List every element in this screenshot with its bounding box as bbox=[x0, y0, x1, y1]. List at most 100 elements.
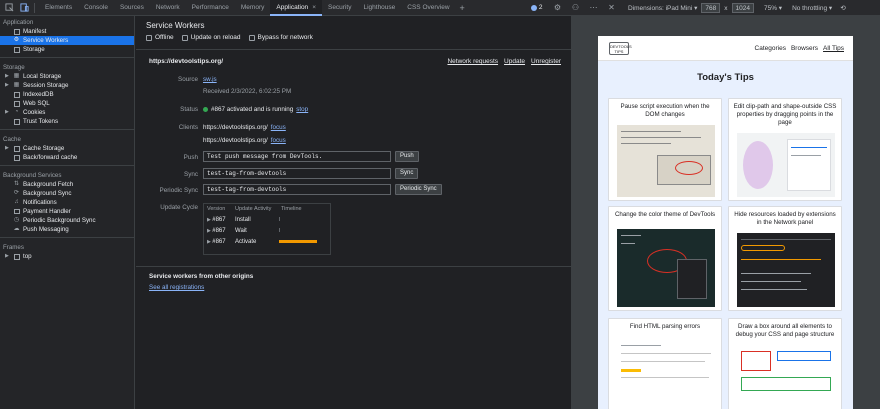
tab-css-overview[interactable]: CSS Overview bbox=[401, 0, 455, 16]
expand-arrow-icon[interactable]: ▶ bbox=[5, 108, 9, 117]
sidebar-divider bbox=[0, 237, 134, 238]
add-tab-icon[interactable]: + bbox=[460, 3, 465, 13]
section-title-storage: Storage bbox=[3, 64, 25, 71]
offline-checkbox[interactable]: Offline bbox=[146, 34, 174, 41]
file-icon bbox=[13, 28, 20, 35]
update-link[interactable]: Update bbox=[504, 58, 525, 65]
table-row[interactable]: ▶ #867 Wait bbox=[204, 225, 330, 236]
throttle-select[interactable]: No throttling ▾ bbox=[792, 4, 832, 12]
sidebar-item-cookies[interactable]: ▶ ◔ Cookies bbox=[0, 108, 134, 117]
settings-gear-icon[interactable]: ⚙ bbox=[551, 2, 563, 14]
sidebar-item-background-fetch[interactable]: ⇅ Background Fetch bbox=[0, 180, 134, 189]
tab-lighthouse[interactable]: Lighthouse bbox=[357, 0, 401, 16]
sidebar-item-push-messaging[interactable]: ☁ Push Messaging bbox=[0, 225, 134, 234]
site-logo[interactable]: DEVTOOLS TIPS bbox=[609, 42, 632, 55]
sidebar-item-periodic-background-sync[interactable]: ◷ Periodic Background Sync bbox=[0, 216, 134, 225]
tip-title: Draw a box around all elements to debug … bbox=[735, 323, 835, 338]
rotate-icon[interactable]: ⟲ bbox=[840, 4, 845, 12]
tip-card[interactable]: Edit clip-path and shape-outside CSS pro… bbox=[728, 98, 842, 201]
sidebar-item-background-sync[interactable]: ⟳ Background Sync bbox=[0, 189, 134, 198]
push-input[interactable]: Test push message from DevTools. bbox=[203, 151, 391, 162]
inspect-element-icon[interactable] bbox=[3, 2, 15, 14]
table-row[interactable]: ▶ #867 Install bbox=[204, 214, 330, 225]
grid-icon: ▦ bbox=[13, 73, 20, 79]
tab-network[interactable]: Network bbox=[150, 0, 186, 16]
zoom-select[interactable]: 75% ▾ bbox=[764, 4, 782, 12]
focus-link[interactable]: focus bbox=[271, 137, 286, 144]
sidebar-item-service-workers[interactable]: ⚙ Service Workers bbox=[0, 36, 134, 45]
expand-arrow-icon[interactable]: ▶ bbox=[5, 81, 9, 90]
source-file-link[interactable]: sw.js bbox=[203, 76, 217, 83]
focus-link[interactable]: focus bbox=[271, 124, 286, 131]
expand-arrow-icon[interactable]: ▶ bbox=[5, 72, 9, 81]
close-tab-icon[interactable]: × bbox=[312, 4, 316, 11]
status-label: Status bbox=[180, 106, 198, 113]
sidebar-item-local-storage[interactable]: ▶ ▦ Local Storage bbox=[0, 72, 134, 81]
sidebar-item-payment-handler[interactable]: Payment Handler bbox=[0, 207, 134, 216]
section-divider bbox=[136, 49, 571, 50]
tip-card[interactable]: Hide resources loaded by extensions in t… bbox=[728, 206, 842, 311]
file-icon bbox=[13, 46, 20, 53]
tab-console[interactable]: Console bbox=[78, 0, 114, 16]
tab-memory[interactable]: Memory bbox=[235, 0, 270, 16]
sidebar-item-back-forward-cache[interactable]: Back/forward cache bbox=[0, 153, 134, 162]
nav-link-browsers[interactable]: Browsers bbox=[791, 45, 818, 52]
cloud-icon: ☁ bbox=[13, 226, 20, 232]
bypass-network-checkbox[interactable]: Bypass for network bbox=[248, 34, 313, 41]
height-input[interactable]: 1024 bbox=[731, 3, 754, 13]
sidebar-item-trust-tokens[interactable]: Trust Tokens bbox=[0, 117, 134, 126]
push-button[interactable]: Push bbox=[395, 151, 419, 162]
tip-card[interactable]: Draw a box around all elements to debug … bbox=[728, 318, 842, 409]
tip-screenshot bbox=[617, 229, 715, 307]
unregister-link[interactable]: Unregister bbox=[531, 58, 561, 65]
nav-link-categories[interactable]: Categories bbox=[755, 45, 786, 52]
tab-performance[interactable]: Performance bbox=[186, 0, 235, 16]
sidebar-item-session-storage[interactable]: ▶ ▦ Session Storage bbox=[0, 81, 134, 90]
table-row[interactable]: ▶ #867 Activate bbox=[204, 236, 330, 247]
client-url: https://devtoolstips.org/ bbox=[203, 124, 268, 131]
stop-link[interactable]: stop bbox=[296, 106, 308, 113]
sidebar-item-web-sql[interactable]: Web SQL bbox=[0, 99, 134, 108]
tip-card[interactable]: Pause script execution when the DOM chan… bbox=[608, 98, 722, 201]
expand-arrow-icon[interactable]: ▶ bbox=[5, 144, 9, 153]
sidebar-item-label: Cookies bbox=[23, 109, 46, 116]
origin-actions: Network requests Update Unregister bbox=[447, 58, 561, 65]
see-all-registrations-link[interactable]: See all registrations bbox=[149, 284, 204, 291]
width-input[interactable]: 768 bbox=[701, 3, 721, 13]
tip-card[interactable]: Find HTML parsing errors bbox=[608, 318, 722, 409]
sync-input[interactable]: test-tag-from-devtools bbox=[203, 168, 391, 179]
sync-button[interactable]: Sync bbox=[395, 168, 419, 179]
nav-link-all-tips[interactable]: All Tips bbox=[823, 45, 844, 52]
sidebar-item-manifest[interactable]: Manifest bbox=[0, 27, 134, 36]
update-on-reload-checkbox[interactable]: Update on reload bbox=[181, 34, 241, 41]
tab-elements[interactable]: Elements bbox=[39, 0, 78, 16]
tab-application[interactable]: Application × bbox=[270, 0, 322, 16]
dropdown-icon: ▾ bbox=[828, 5, 833, 12]
issues-badge[interactable]: 2 bbox=[530, 4, 542, 11]
section-title-application: Application bbox=[3, 19, 34, 26]
dropdown-icon: ▾ bbox=[778, 5, 783, 12]
client-row: https://devtoolstips.org/focus bbox=[203, 137, 286, 144]
tab-sources[interactable]: Sources bbox=[114, 0, 150, 16]
expand-arrow-icon[interactable]: ▶ bbox=[5, 252, 9, 261]
sidebar-item-label: Trust Tokens bbox=[23, 118, 59, 125]
emulated-page[interactable]: DEVTOOLS TIPS Categories Browsers All Ti… bbox=[598, 36, 853, 409]
sidebar-item-notifications[interactable]: ♫ Notifications bbox=[0, 198, 134, 207]
device-viewport: DEVTOOLS TIPS Categories Browsers All Ti… bbox=[571, 16, 880, 409]
periodic-sync-input[interactable]: test-tag-from-devtools bbox=[203, 184, 391, 195]
sidebar-item-label: Push Messaging bbox=[23, 226, 69, 233]
push-label: Push bbox=[183, 154, 198, 161]
status-running-icon bbox=[203, 107, 208, 112]
tip-card[interactable]: Change the color theme of DevTools bbox=[608, 206, 722, 311]
sidebar-item-top-frame[interactable]: ▶ top bbox=[0, 252, 134, 261]
network-requests-link[interactable]: Network requests bbox=[447, 58, 498, 65]
tab-security[interactable]: Security bbox=[322, 0, 357, 16]
device-toolbar-icon[interactable] bbox=[18, 2, 30, 14]
sidebar-item-indexeddb[interactable]: IndexedDB bbox=[0, 90, 134, 99]
dimensions-select[interactable]: Dimensions: iPad Mini ▾ bbox=[628, 4, 697, 12]
sidebar-item-storage[interactable]: Storage bbox=[0, 45, 134, 54]
periodic-sync-button[interactable]: Periodic Sync bbox=[395, 184, 442, 195]
sidebar-item-label: Payment Handler bbox=[23, 208, 71, 215]
sidebar-item-cache-storage[interactable]: ▶ Cache Storage bbox=[0, 144, 134, 153]
section-divider bbox=[136, 266, 571, 267]
